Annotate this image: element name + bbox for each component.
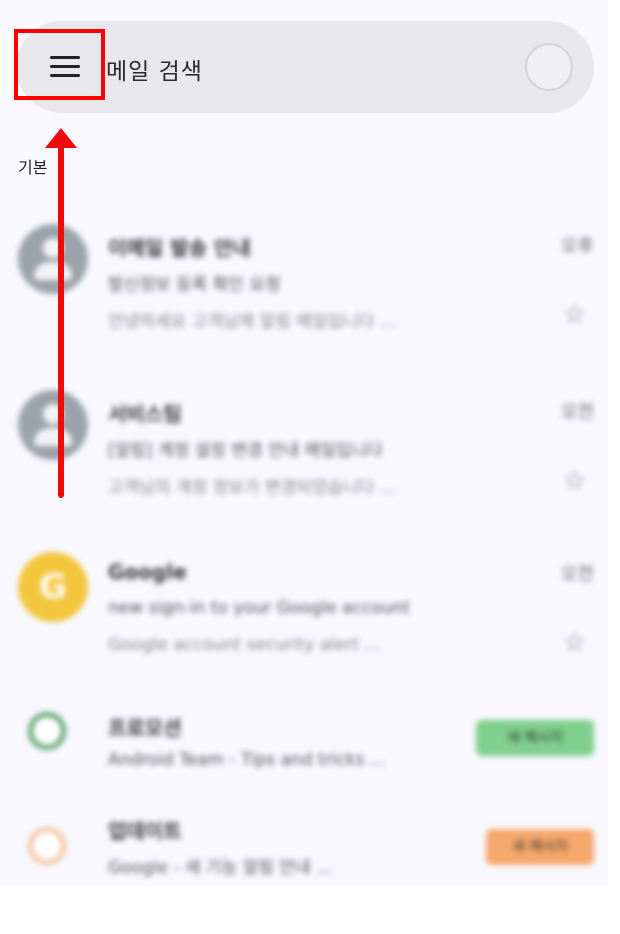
category-tag: 새 메시지 xyxy=(486,829,594,865)
sender-name: 프로모션 xyxy=(108,716,182,740)
star-icon[interactable]: ☆ xyxy=(563,628,586,658)
email-subject: Google - 새 기능 알림 안내 ... xyxy=(108,858,333,878)
email-subject: Android Team - Tips and tricks ... xyxy=(108,750,387,770)
email-subject: [알림] 계정 설정 변경 안내 메일입니다 xyxy=(108,441,383,461)
email-time: 오전 xyxy=(560,564,594,585)
arrow-line xyxy=(58,142,64,498)
sender-avatar-icon xyxy=(18,224,88,294)
email-time: 오후 xyxy=(560,236,594,257)
sender-avatar-icon xyxy=(18,390,88,460)
star-icon[interactable]: ☆ xyxy=(563,300,586,330)
sender-name: Google xyxy=(108,560,187,584)
search-input[interactable]: 메일 검색 xyxy=(106,52,203,86)
updates-icon xyxy=(28,827,66,865)
email-time: 오전 xyxy=(560,402,594,423)
sender-name: 업데이트 xyxy=(108,819,182,843)
gmail-app: 메일 검색 기본 이메일 발송 안내 오후 발신정보 등록 확인 요청 안녕하세… xyxy=(0,0,608,886)
email-subject: 발신정보 등록 확인 요청 xyxy=(108,275,281,295)
email-subject: new sign-in to your Google account xyxy=(108,598,410,618)
google-avatar-icon: G xyxy=(18,552,88,622)
email-snippet: Google account security alert ... xyxy=(108,635,381,655)
section-label: 기본 xyxy=(18,158,48,177)
email-snippet: 고객님의 계정 정보가 변경되었습니다 ... xyxy=(108,478,397,498)
category-tag: 새 메시지 xyxy=(476,720,594,756)
star-icon[interactable]: ☆ xyxy=(563,466,586,496)
promotions-icon xyxy=(28,712,66,750)
sender-name: 서비스팀 xyxy=(108,402,182,426)
sender-name: 이메일 발송 안내 xyxy=(108,236,251,260)
email-snippet: 안녕하세요 고객님께 알림 메일입니다 ... xyxy=(108,312,397,332)
account-icon[interactable] xyxy=(525,43,573,91)
highlight-box xyxy=(14,29,105,100)
